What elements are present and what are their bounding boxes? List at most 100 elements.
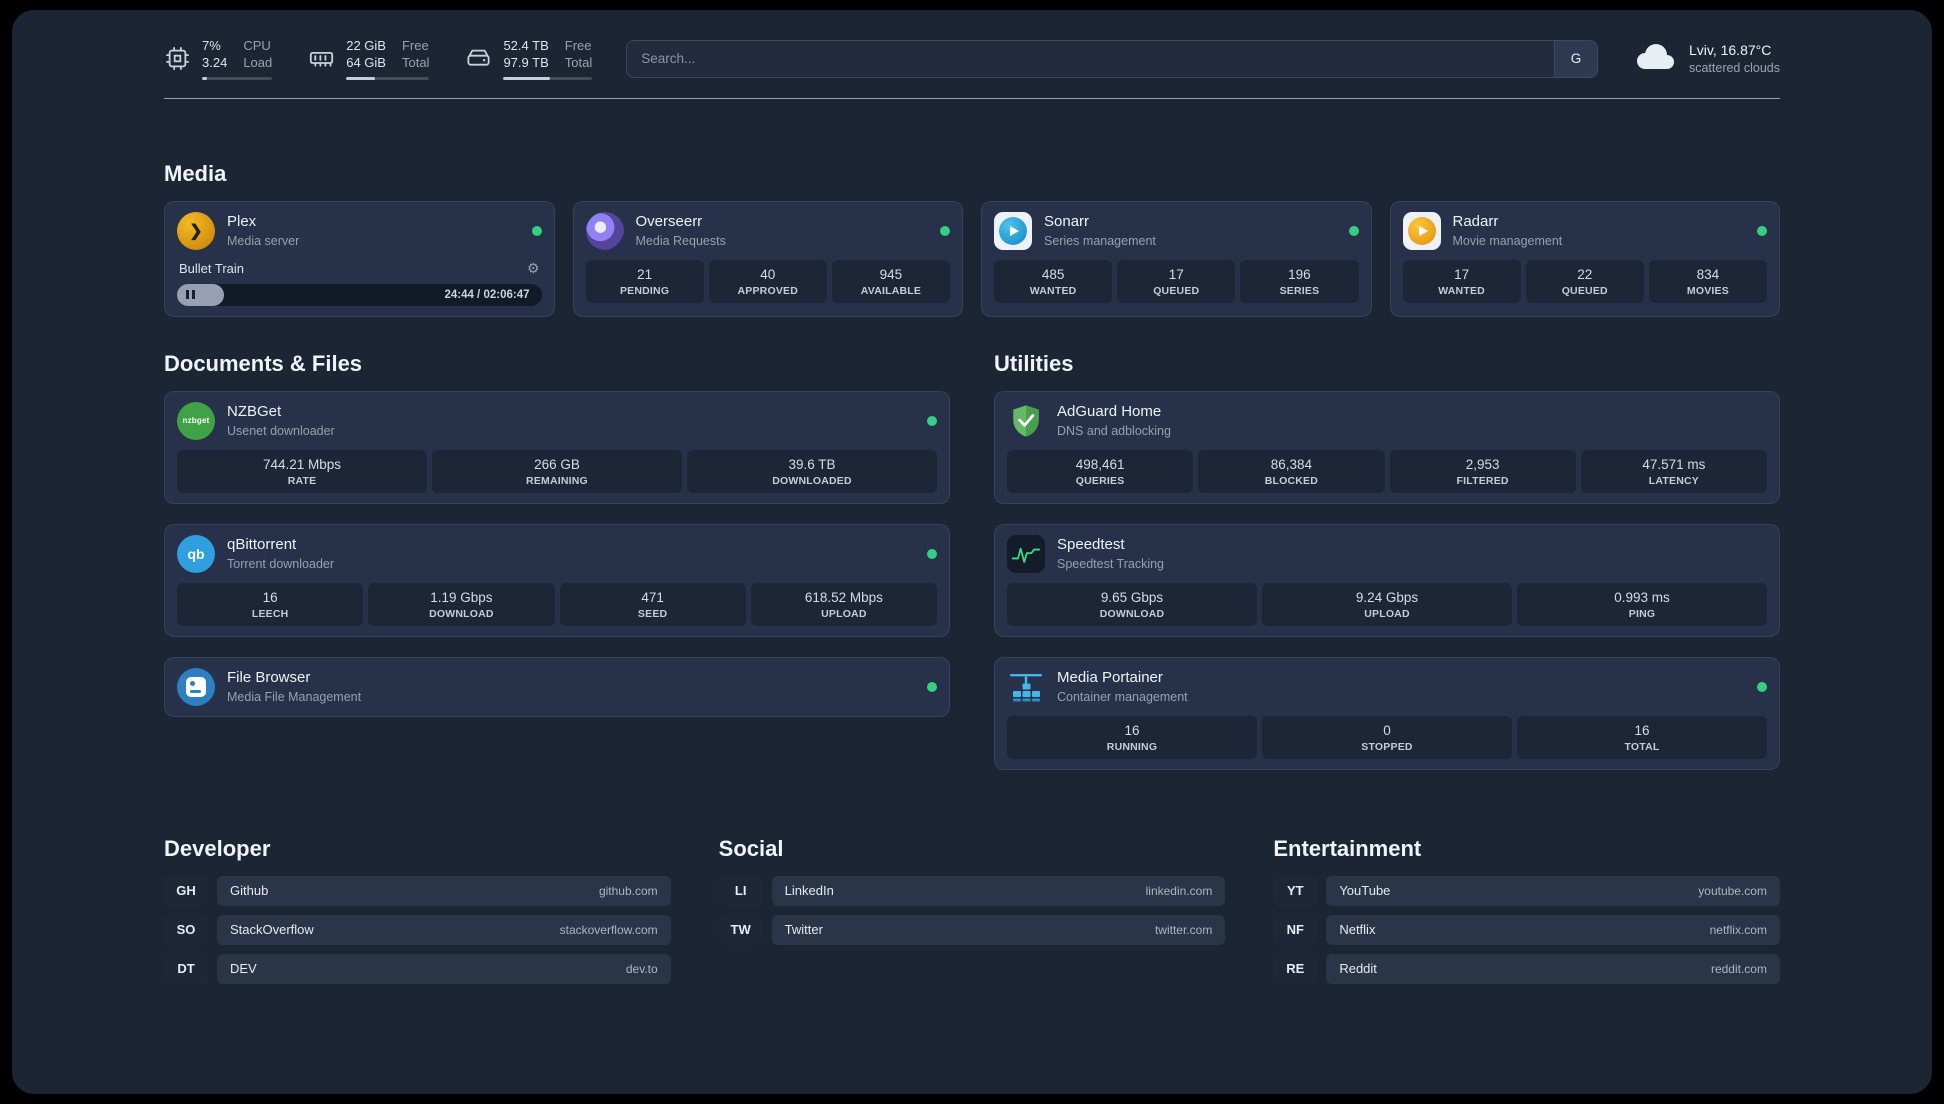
bookmark-item[interactable]: RE Reddit reddit.com (1273, 953, 1780, 984)
sonarr-icon (994, 211, 1032, 250)
card-filebrowser[interactable]: File Browser Media File Management (164, 656, 950, 717)
disk-total-label: Total (564, 54, 593, 70)
stat-box: 744.21 Mbps RATE (177, 449, 427, 493)
status-dot (927, 681, 937, 692)
section-utilities: Utilities AdGuard Home DNS and adblockin… (994, 351, 1780, 770)
disk-free-value: 52.4 TB (503, 38, 549, 53)
bookmark-abbr[interactable]: LI (718, 875, 763, 906)
memory-widget: 22 GiB 64 GiB Free Total (308, 38, 430, 80)
weather-widget: Lviv, 16.87°C scattered clouds (1632, 40, 1780, 77)
service-name: Sonarr (1044, 213, 1090, 231)
stat-label: UPLOAD (1364, 607, 1410, 620)
bookmark-link[interactable]: Reddit reddit.com (1326, 953, 1780, 984)
card-radarr[interactable]: Radarr Movie management 17 WANTED 22 QUE… (1389, 200, 1780, 317)
card-nzbget[interactable]: nzbget NZBGet Usenet downloader 744.21 M… (164, 390, 950, 504)
bookmark-domain: twitter.com (1154, 922, 1213, 937)
stat-value: 0 (1383, 722, 1391, 738)
stat-label: BLOCKED (1264, 474, 1319, 487)
card-plex[interactable]: ❯ Plex Media server Bullet Train ⚙ 24:44… (164, 200, 555, 317)
bookmark-item[interactable]: SO StackOverflow stackoverflow.com (164, 914, 671, 945)
card-overseerr[interactable]: Overseerr Media Requests 21 PENDING 40 A… (572, 200, 963, 317)
stat-label: MOVIES (1686, 284, 1729, 297)
card-speedtest[interactable]: Speedtest Speedtest Tracking 9.65 Gbps D… (994, 523, 1780, 637)
pause-icon[interactable] (186, 286, 198, 304)
service-name: File Browser (227, 669, 311, 687)
bookmark-link[interactable]: Github github.com (217, 875, 671, 906)
bookmark-item[interactable]: TW Twitter twitter.com (718, 914, 1226, 945)
section-documents: Documents & Files nzbget NZBGet Usenet d… (164, 351, 950, 770)
search-provider-button[interactable]: G (1553, 40, 1597, 77)
stat-label: WANTED (1029, 284, 1077, 297)
card-adguard[interactable]: AdGuard Home DNS and adblocking 498,461 … (994, 390, 1780, 504)
bookmark-name: StackOverflow (230, 922, 314, 938)
playback-progress-bar[interactable]: 24:44 / 02:06:47 (177, 283, 542, 306)
stat-label: DOWNLOADED (772, 474, 852, 487)
service-name: AdGuard Home (1057, 403, 1162, 421)
stat-box: 16 LEECH (177, 582, 364, 626)
bookmark-item[interactable]: LI LinkedIn linkedin.com (718, 875, 1226, 906)
bookmark-link[interactable]: YouTube youtube.com (1326, 875, 1780, 906)
stat-label: SEED (637, 607, 668, 620)
service-subtitle: Series management (1044, 234, 1156, 249)
bookmark-name: DEV (230, 961, 257, 977)
stat-box: 17 QUEUED (1117, 259, 1236, 303)
bookmark-item[interactable]: YT YouTube youtube.com (1273, 875, 1780, 906)
stat-box: 618.52 Mbps UPLOAD (750, 582, 937, 626)
stat-box: 22 QUEUED (1525, 259, 1644, 303)
bookmark-item[interactable]: GH Github github.com (164, 875, 671, 906)
settings-gear-icon[interactable]: ⚙ (527, 260, 540, 277)
stat-box: 40 APPROVED (708, 259, 827, 303)
cpu-progress-bar (202, 76, 273, 80)
service-name: Speedtest (1057, 536, 1125, 554)
bookmark-link[interactable]: Netflix netflix.com (1326, 914, 1780, 945)
radarr-icon (1402, 211, 1441, 250)
disk-widget: 52.4 TB 97.9 TB Free Total (465, 38, 593, 80)
bookmark-abbr[interactable]: GH (164, 875, 208, 906)
bookmark-abbr[interactable]: DT (164, 953, 208, 984)
stat-label: TOTAL (1624, 740, 1660, 753)
section-title-documents: Documents & Files (164, 350, 363, 376)
bookmark-abbr[interactable]: TW (718, 914, 763, 945)
stat-box: 498,461 QUERIES (1007, 449, 1194, 493)
bookmark-name: Reddit (1339, 961, 1377, 977)
stat-label: FILTERED (1456, 474, 1509, 487)
card-qbittorrent[interactable]: qb qBittorrent Torrent downloader 16 LEE… (164, 523, 950, 637)
qbittorrent-icon: qb (177, 534, 215, 573)
speedtest-icon (1007, 534, 1045, 573)
search-bar[interactable]: G (626, 39, 1598, 78)
bookmark-link[interactable]: DEV dev.to (217, 953, 671, 984)
bookmark-abbr[interactable]: NF (1273, 914, 1318, 945)
stat-box: 16 RUNNING (1007, 715, 1257, 759)
bookmark-link[interactable]: Twitter twitter.com (771, 914, 1226, 945)
stat-value: 618.52 Mbps (804, 589, 883, 605)
stat-value: 0.993 ms (1614, 589, 1670, 605)
stat-value: 2,953 (1465, 456, 1500, 472)
stat-value: 47.571 ms (1642, 456, 1706, 472)
service-subtitle: Usenet downloader (227, 424, 335, 439)
bookmark-item[interactable]: NF Netflix netflix.com (1273, 914, 1780, 945)
bookmark-abbr[interactable]: SO (164, 914, 208, 945)
stat-box: 471 SEED (559, 582, 746, 626)
stat-box: 9.65 Gbps DOWNLOAD (1007, 582, 1257, 626)
bookmark-item[interactable]: DT DEV dev.to (164, 953, 671, 984)
card-sonarr[interactable]: Sonarr Series management 485 WANTED 17 Q… (981, 200, 1372, 317)
stat-value: 9.24 Gbps (1355, 589, 1419, 605)
bookmark-link[interactable]: StackOverflow stackoverflow.com (217, 914, 671, 945)
service-subtitle: Movie management (1452, 234, 1563, 249)
stat-value: 485 (1041, 266, 1065, 282)
bookmark-link[interactable]: LinkedIn linkedin.com (771, 875, 1226, 906)
card-portainer[interactable]: Media Portainer Container management 16 … (994, 656, 1780, 770)
service-name: Plex (227, 213, 257, 231)
bookmark-abbr[interactable]: YT (1273, 875, 1318, 906)
adguard-icon (1007, 402, 1045, 440)
search-input[interactable] (627, 40, 1554, 77)
bookmark-abbr[interactable]: RE (1273, 953, 1318, 984)
memory-progress-bar (346, 76, 430, 80)
stat-label: SERIES (1279, 284, 1320, 297)
stat-value: 22 (1577, 266, 1593, 282)
section-title-social: Social (718, 835, 784, 861)
cpu-widget: 7% 3.24 CPU Load (164, 38, 273, 80)
stat-box: 196 SERIES (1240, 259, 1359, 303)
service-subtitle: Container management (1057, 690, 1188, 705)
stat-box: 16 TOTAL (1517, 715, 1767, 759)
